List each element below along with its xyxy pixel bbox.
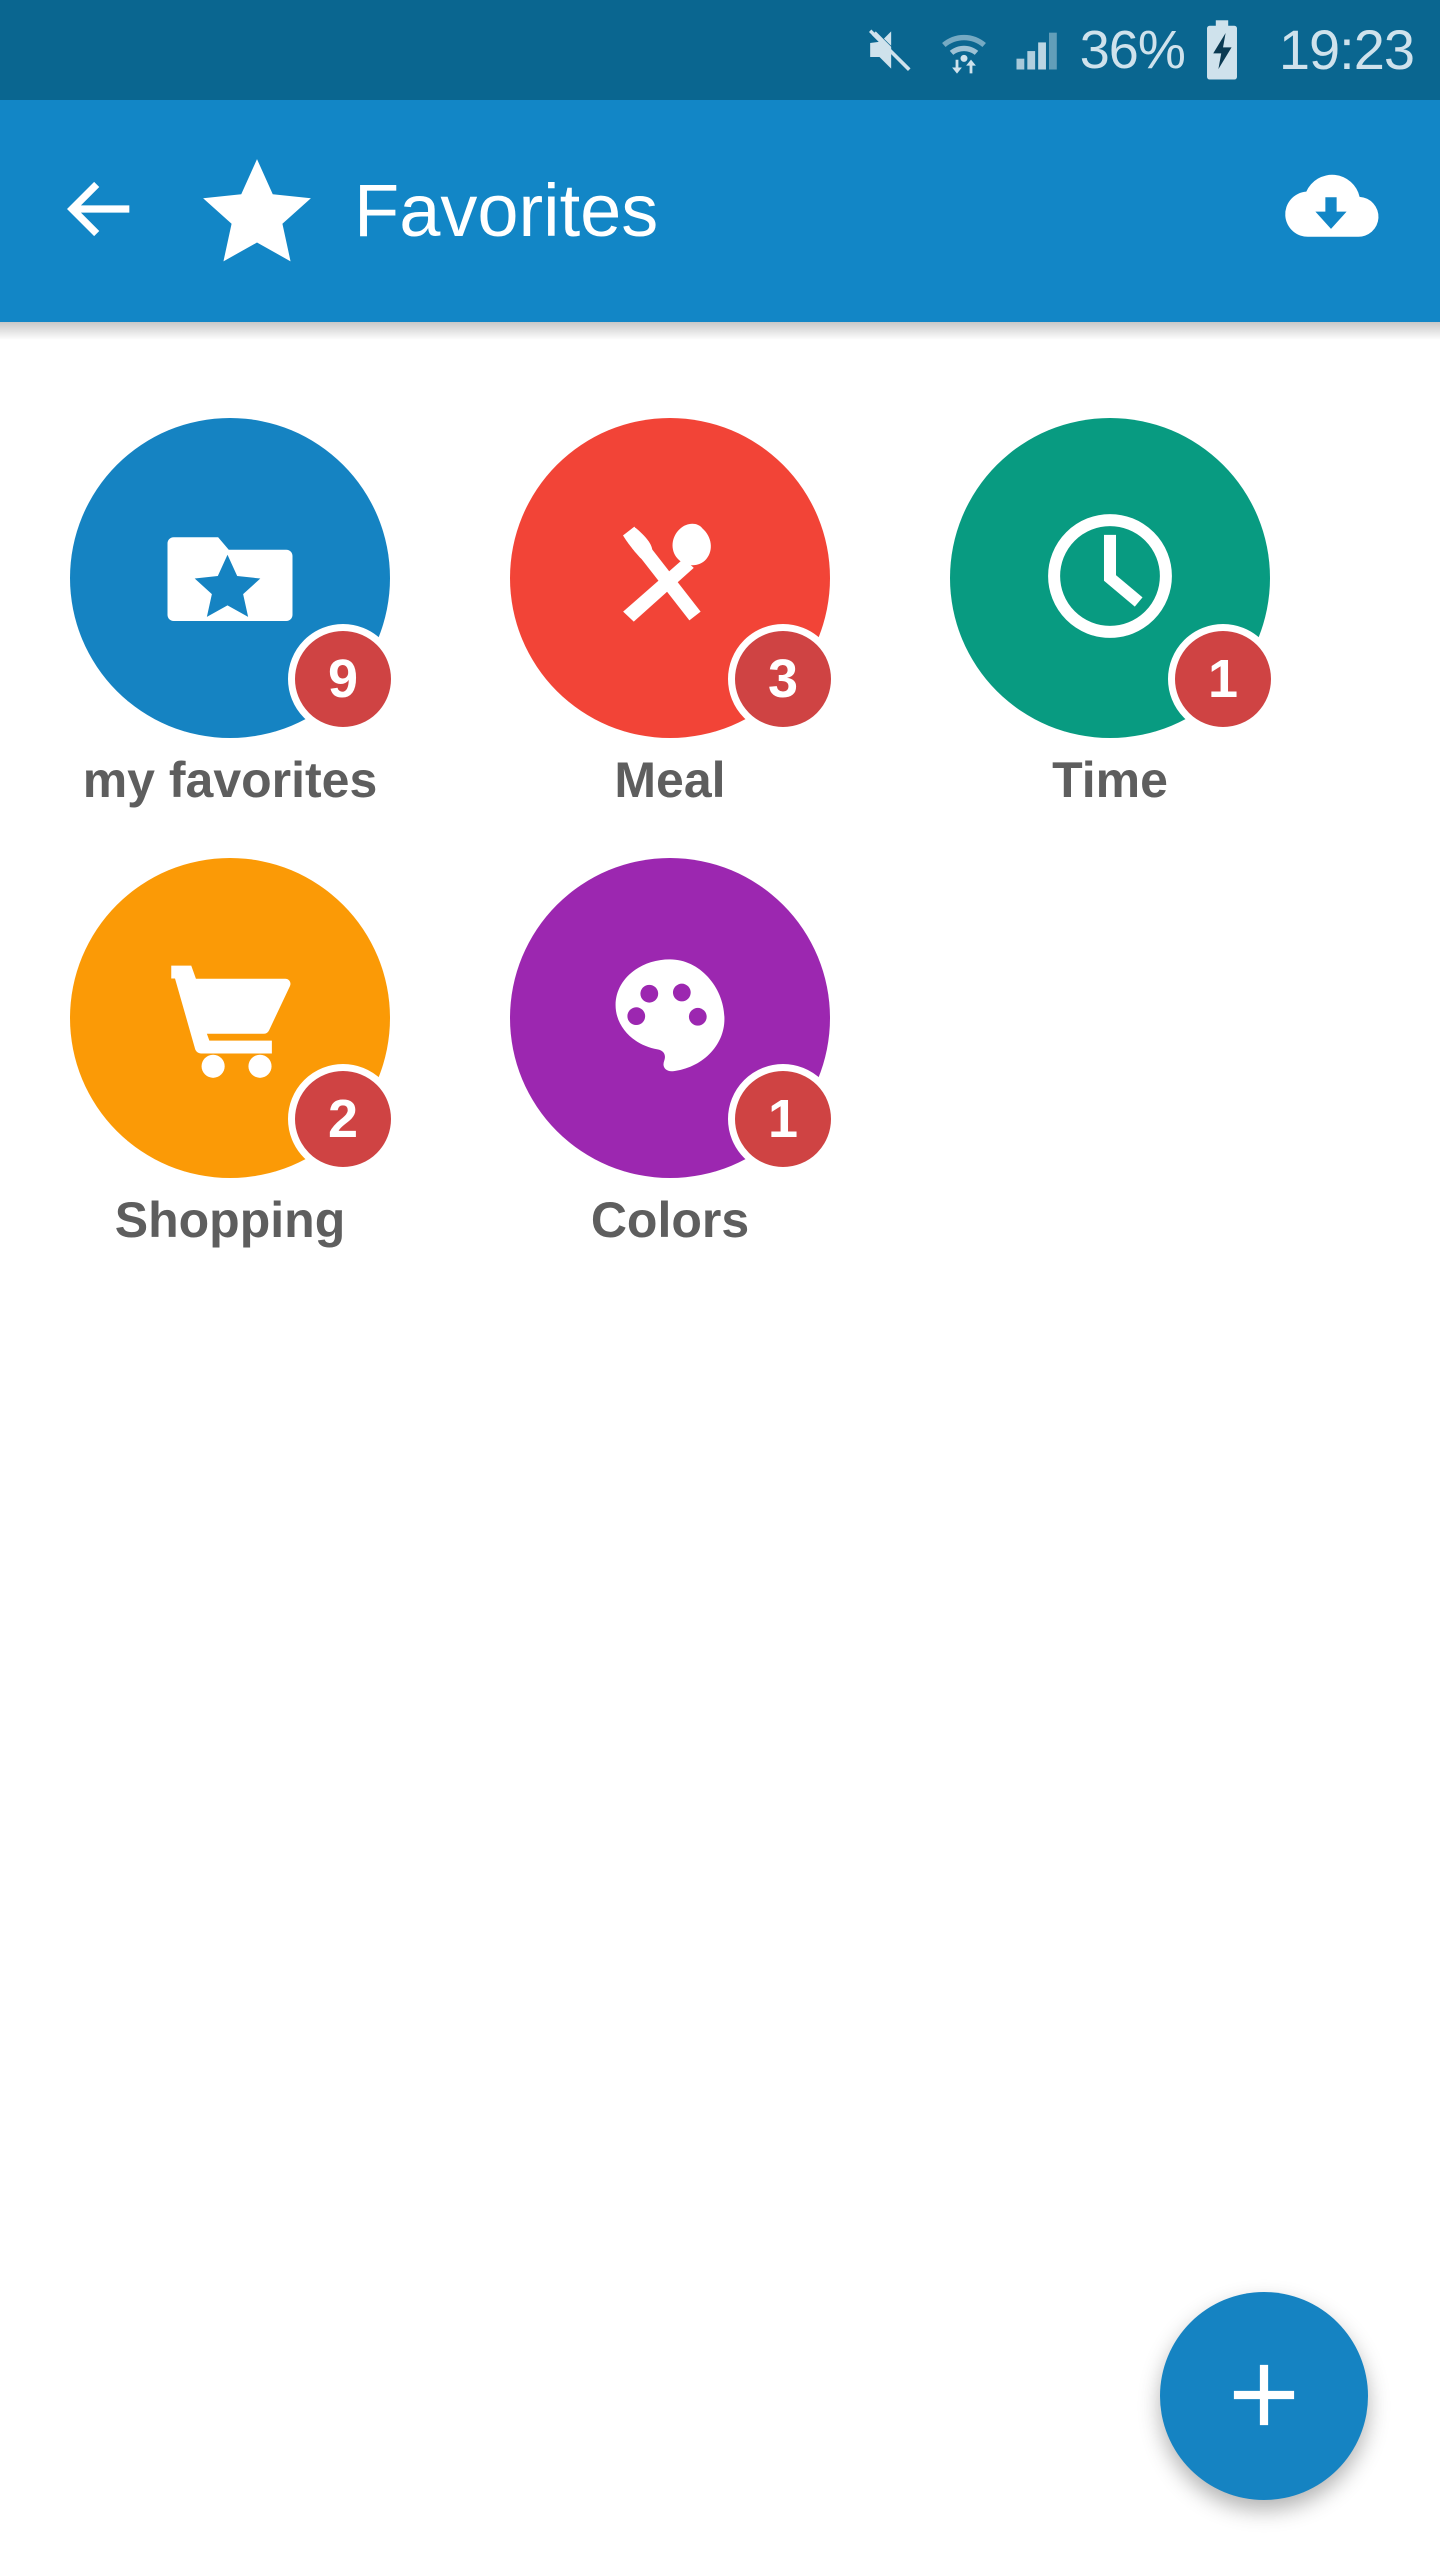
battery-charging-icon: [1199, 19, 1245, 81]
mute-icon: [862, 22, 918, 78]
cutlery-icon: [595, 501, 745, 656]
status-bar: 36% 19:23: [0, 0, 1440, 100]
grid-item-meal[interactable]: 3 Meal: [450, 418, 890, 810]
status-bar-icons: 36% 19:23: [862, 18, 1415, 81]
badge-count: 3: [728, 624, 838, 734]
back-arrow-icon: [56, 165, 144, 258]
download-button[interactable]: [1276, 156, 1386, 266]
main-content: 9 my favorites 3 Meal 1 Time 2 Shopping …: [0, 340, 1440, 2560]
battery-percent-label: 36%: [1079, 20, 1186, 80]
folder-star-icon: [155, 501, 305, 656]
grid-item-label: my favorites: [82, 752, 378, 808]
grid-item-my-favorites[interactable]: 9 my favorites: [10, 418, 450, 810]
grid-item-time[interactable]: 1 Time: [890, 418, 1330, 810]
page-title: Favorites: [354, 169, 659, 252]
icon-wrapper: 1: [510, 857, 838, 1178]
palette-icon: [599, 944, 741, 1091]
status-bar-clock: 19:23: [1278, 18, 1415, 81]
icon-wrapper: 9: [70, 418, 398, 738]
clock-icon: [1032, 498, 1188, 659]
star-icon: [196, 150, 318, 272]
grid-item-label: Time: [1052, 752, 1168, 808]
favorites-grid: 9 my favorites 3 Meal 1 Time 2 Shopping …: [0, 418, 1440, 1297]
badge-count: 9: [288, 624, 398, 734]
grid-item-label: Colors: [590, 1191, 750, 1248]
plus-icon: [1221, 2352, 1307, 2441]
badge-count: 2: [288, 1063, 398, 1174]
grid-item-shopping[interactable]: 2 Shopping: [10, 857, 450, 1250]
add-favorite-fab[interactable]: [1160, 2292, 1368, 2500]
cellular-signal-icon: [1010, 24, 1062, 76]
icon-wrapper: 2: [70, 857, 398, 1178]
cloud-download-icon: [1279, 157, 1383, 266]
wifi-transfer-icon: [936, 22, 992, 78]
back-button[interactable]: [52, 163, 148, 259]
app-bar: Favorites: [0, 100, 1440, 322]
badge-count: 1: [1168, 624, 1278, 734]
icon-wrapper: 3: [510, 418, 838, 738]
grid-item-colors[interactable]: 1 Colors: [450, 857, 890, 1250]
icon-wrapper: 1: [950, 418, 1278, 738]
grid-item-label: Shopping: [114, 1191, 346, 1248]
badge-count: 1: [728, 1063, 838, 1174]
shopping-cart-icon: [155, 940, 305, 1095]
app-bar-shadow: [0, 322, 1440, 340]
grid-item-label: Meal: [614, 752, 726, 808]
